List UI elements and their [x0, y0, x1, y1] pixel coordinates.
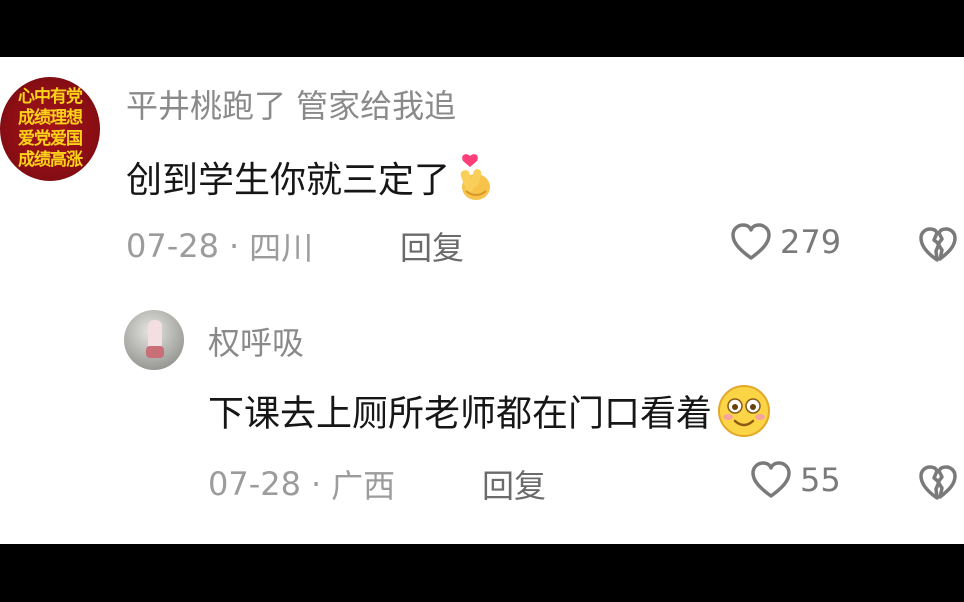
reply-text: 下课去上厕所老师都在门口看着	[208, 383, 772, 448]
finger-heart-emoji-icon	[454, 153, 498, 212]
heart-icon	[751, 461, 791, 498]
like-button[interactable]: 279	[730, 223, 841, 261]
meta-separator: ·	[310, 465, 322, 503]
reply-username[interactable]: 权呼吸	[208, 318, 304, 364]
meta-separator: ·	[228, 227, 240, 265]
comment-text: 创到学生你就三定了	[126, 151, 498, 212]
comment-username[interactable]: 平井桃跑了 管家给我追	[126, 81, 456, 127]
reply-button[interactable]: 回复	[482, 461, 546, 507]
comment-text-body: 创到学生你就三定了	[126, 160, 451, 201]
heart-icon	[731, 223, 771, 260]
avatar-text-line: 心中有党	[18, 87, 83, 107]
comment-meta: 07-28 · 四川	[126, 223, 313, 269]
broken-heart-icon	[919, 227, 957, 262]
comment-panel: 心中有党 成绩理想 爱党爱国 成绩高涨 平井桃跑了 管家给我追 创到学生你就三定…	[0, 57, 964, 544]
avatar-text-line: 成绩高涨	[18, 150, 83, 170]
avatar-text-line: 爱党爱国	[18, 129, 83, 149]
smiling-face-emoji-icon	[716, 383, 772, 448]
reply-date: 07-28	[208, 465, 301, 503]
avatar-figure	[146, 346, 164, 358]
like-count: 279	[780, 223, 842, 261]
reply-text-body: 下课去上厕所老师都在门口看着	[208, 393, 713, 435]
avatar-text-line: 成绩理想	[18, 108, 83, 128]
reply-meta: 07-28 · 广西	[208, 461, 395, 507]
dislike-button[interactable]	[918, 465, 958, 505]
comment-location: 四川	[249, 229, 314, 267]
like-button[interactable]: 55	[750, 461, 841, 499]
dislike-button[interactable]	[918, 227, 958, 267]
like-count: 55	[800, 461, 841, 499]
reply-avatar[interactable]	[124, 310, 184, 370]
reply-button[interactable]: 回复	[400, 223, 464, 269]
broken-heart-icon	[919, 465, 957, 500]
comment-date: 07-28	[126, 227, 219, 265]
avatar[interactable]: 心中有党 成绩理想 爱党爱国 成绩高涨	[0, 77, 100, 181]
reply-location: 广西	[331, 467, 396, 505]
